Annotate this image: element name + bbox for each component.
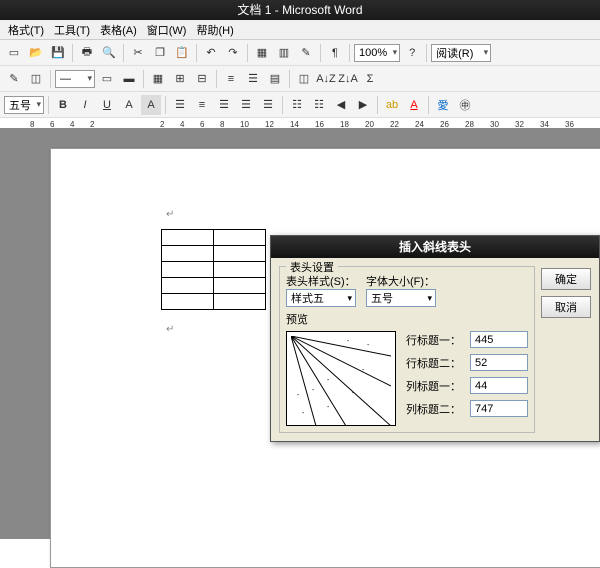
paragraph-mark-icon: ↵ — [166, 324, 174, 335]
autosum-icon[interactable]: Σ — [360, 69, 380, 89]
menu-help[interactable]: 帮助(H) — [192, 20, 237, 40]
new-icon[interactable]: ▭ — [4, 43, 24, 63]
save-icon[interactable]: 💾 — [48, 43, 68, 63]
toolbar-formatting: 五号 B I U A A ☰ ≡ ☰ ☰ ☰ ☷ ☷ ◀ ▶ ab A 愛 ㊥ — [0, 92, 600, 118]
underline-icon[interactable]: U — [97, 95, 117, 115]
cut-icon[interactable]: ✂ — [128, 43, 148, 63]
menu-window[interactable]: 窗口(W) — [143, 20, 191, 40]
col-title-2-input[interactable]: 747 — [470, 400, 528, 417]
split-cells-icon[interactable]: ⊟ — [192, 69, 212, 89]
col-title-1-label: 列标题一： — [406, 378, 466, 394]
table-icon[interactable]: ▦ — [252, 43, 272, 63]
col-title-2-label: 列标题二： — [406, 401, 466, 417]
sort-asc-icon[interactable]: A↓Z — [316, 69, 336, 89]
distribute-cols-icon[interactable]: ▤ — [265, 69, 285, 89]
font-size-combo[interactable]: 五号 — [4, 96, 44, 114]
font-color-icon[interactable]: A — [404, 95, 424, 115]
fill-color-icon[interactable]: ▬ — [119, 69, 139, 89]
border-box-icon[interactable]: A — [119, 95, 139, 115]
copy-icon[interactable]: ❐ — [150, 43, 170, 63]
preview-box: -- -- -- -- -- — [286, 331, 396, 426]
menu-format[interactable]: 格式(T) — [4, 20, 48, 40]
toolbar-tables: ✎ ◫ — ▭ ▬ ▦ ⊞ ⊟ ≡ ☰ ▤ ◫ A↓Z Z↓A Σ — [0, 66, 600, 92]
char-shading-icon[interactable]: A — [141, 95, 161, 115]
redo-icon[interactable]: ↷ — [223, 43, 243, 63]
eraser-icon[interactable]: ◫ — [26, 69, 46, 89]
enclose-icon[interactable]: ㊥ — [455, 95, 475, 115]
paragraph-mark-icon: ↵ — [166, 209, 174, 220]
document-table[interactable] — [161, 229, 266, 310]
align-left-icon[interactable]: ☰ — [170, 95, 190, 115]
read-button[interactable]: 阅读(R) — [431, 44, 491, 62]
row-title-2-label: 行标题二： — [406, 355, 466, 371]
row-title-2-input[interactable]: 52 — [470, 354, 528, 371]
cancel-button[interactable]: 取消 — [541, 296, 591, 318]
col-title-1-input[interactable]: 44 — [470, 377, 528, 394]
align-right-icon[interactable]: ☰ — [214, 95, 234, 115]
row-title-1-label: 行标题一： — [406, 332, 466, 348]
sort-desc-icon[interactable]: Z↓A — [338, 69, 358, 89]
align-center-icon[interactable]: ≡ — [192, 95, 212, 115]
insert-diagonal-header-dialog: 插入斜线表头 表头设置 表头样式(S)： 样式五 字体大小(F)： 五号 预览 — [270, 235, 600, 442]
header-settings-group: 表头设置 表头样式(S)： 样式五 字体大小(F)： 五号 预览 — [279, 266, 535, 433]
menu-bar: 格式(T) 工具(T) 表格(A) 窗口(W) 帮助(H) — [0, 20, 600, 40]
align-icon[interactable]: ≡ — [221, 69, 241, 89]
preview-label: 预览 — [286, 311, 528, 327]
justify-icon[interactable]: ☰ — [236, 95, 256, 115]
distribute-icon[interactable]: ☰ — [258, 95, 278, 115]
zoom-combo[interactable]: 100% — [354, 44, 400, 62]
open-icon[interactable]: 📂 — [26, 43, 46, 63]
increase-indent-icon[interactable]: ▶ — [353, 95, 373, 115]
show-marks-icon[interactable]: ¶ — [325, 43, 345, 63]
highlight-icon[interactable]: ab — [382, 95, 402, 115]
draw-table-icon[interactable]: ✎ — [4, 69, 24, 89]
window-title: 文档 1 - Microsoft Word — [0, 0, 600, 20]
toolbar-standard: ▭ 📂 💾 🖶 🔍 ✂ ❐ 📋 ↶ ↷ ▦ ▥ ✎ ¶ 100% ? 阅读(R) — [0, 40, 600, 66]
distribute-rows-icon[interactable]: ☰ — [243, 69, 263, 89]
groupbox-label: 表头设置 — [286, 259, 338, 275]
style-label: 表头样式(S)： — [286, 273, 356, 289]
bold-icon[interactable]: B — [53, 95, 73, 115]
ok-button[interactable]: 确定 — [541, 268, 591, 290]
bulleted-list-icon[interactable]: ☷ — [309, 95, 329, 115]
insert-table-icon[interactable]: ▦ — [148, 69, 168, 89]
undo-icon[interactable]: ↶ — [201, 43, 221, 63]
paste-icon[interactable]: 📋 — [172, 43, 192, 63]
menu-table[interactable]: 表格(A) — [96, 20, 141, 40]
phonetic-icon[interactable]: 愛 — [433, 95, 453, 115]
decrease-indent-icon[interactable]: ◀ — [331, 95, 351, 115]
preview-icon[interactable]: 🔍 — [99, 43, 119, 63]
fontsize-select[interactable]: 五号 — [366, 289, 436, 307]
style-select[interactable]: 样式五 — [286, 289, 356, 307]
columns-icon[interactable]: ▥ — [274, 43, 294, 63]
row-title-1-input[interactable]: 445 — [470, 331, 528, 348]
line-style-combo[interactable]: — — [55, 70, 95, 88]
autoformat-icon[interactable]: ◫ — [294, 69, 314, 89]
dialog-title: 插入斜线表头 — [271, 236, 599, 258]
italic-icon[interactable]: I — [75, 95, 95, 115]
fontsize-label: 字体大小(F)： — [366, 273, 436, 289]
drawing-icon[interactable]: ✎ — [296, 43, 316, 63]
numbered-list-icon[interactable]: ☷ — [287, 95, 307, 115]
menu-tools[interactable]: 工具(T) — [50, 20, 94, 40]
help-icon[interactable]: ? — [402, 43, 422, 63]
print-icon[interactable]: 🖶 — [77, 43, 97, 63]
border-color-icon[interactable]: ▭ — [97, 69, 117, 89]
merge-cells-icon[interactable]: ⊞ — [170, 69, 190, 89]
